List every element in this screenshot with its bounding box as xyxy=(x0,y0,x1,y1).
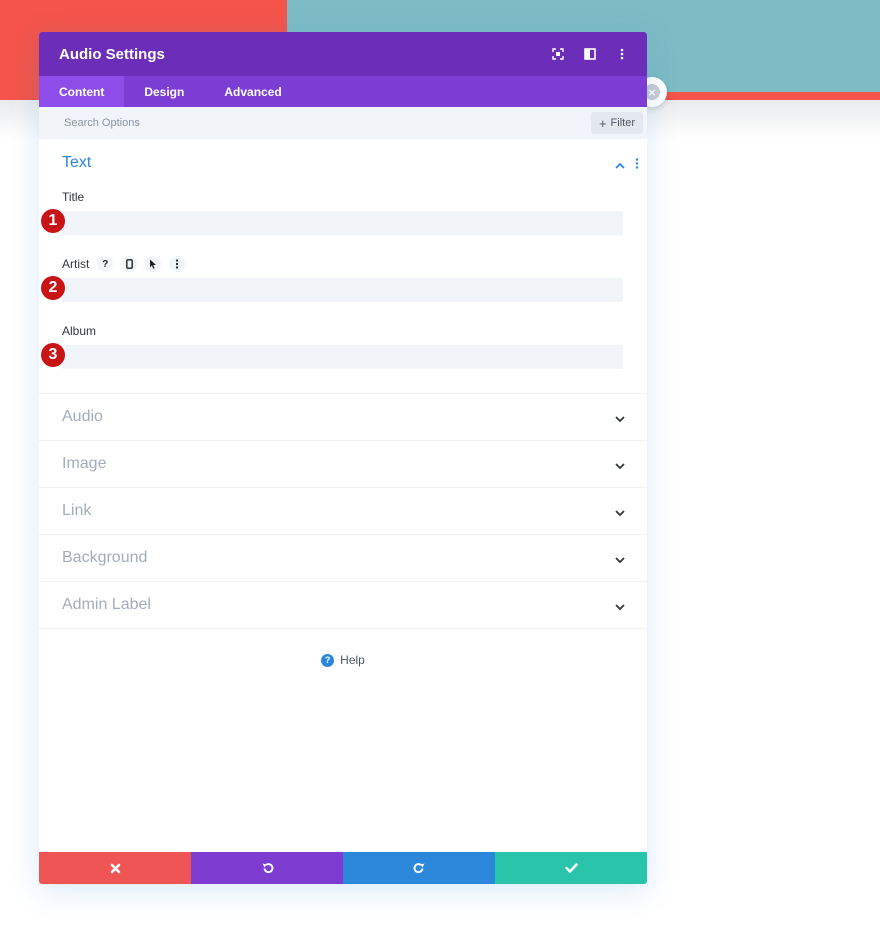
tab-advanced[interactable]: Advanced xyxy=(204,76,301,107)
chevron-down-icon xyxy=(615,502,625,521)
help-label: Help xyxy=(340,653,365,667)
step-marker-3: 3 xyxy=(41,343,65,367)
search-input[interactable] xyxy=(62,116,591,130)
section-image-title: Image xyxy=(62,455,107,472)
section-audio-title: Audio xyxy=(62,408,103,425)
undo-button[interactable] xyxy=(191,852,343,884)
section-audio[interactable]: Audio xyxy=(39,394,647,441)
field-title-label: Title xyxy=(62,190,85,204)
section-text-title: Text xyxy=(62,154,92,171)
field-title-label-row: Title xyxy=(62,189,647,205)
check-icon xyxy=(564,863,578,873)
field-title: Title 1 xyxy=(41,189,647,235)
section-text-header[interactable]: Text xyxy=(62,153,647,173)
more-vertical-icon[interactable] xyxy=(169,256,186,272)
help-icon[interactable]: ? xyxy=(97,256,114,272)
section-link-title: Link xyxy=(62,502,92,519)
artist-input[interactable] xyxy=(62,278,623,302)
cancel-button[interactable] xyxy=(39,852,191,884)
field-album: Album 3 xyxy=(41,323,647,369)
section-background[interactable]: Background xyxy=(39,535,647,582)
search-bar: + Filter xyxy=(39,107,647,139)
field-artist-label: Artist xyxy=(62,257,90,271)
mobile-icon[interactable] xyxy=(121,256,138,272)
section-admin-label[interactable]: Admin Label xyxy=(39,582,647,629)
field-artist: Artist ? 2 xyxy=(41,256,647,302)
field-artist-label-row: Artist ? xyxy=(62,256,647,272)
expand-icon[interactable] xyxy=(547,43,569,65)
step-marker-1: 1 xyxy=(41,209,65,233)
section-background-title: Background xyxy=(62,549,148,566)
section-link[interactable]: Link xyxy=(39,488,647,535)
field-album-label-row: Album xyxy=(62,323,647,339)
section-image[interactable]: Image xyxy=(39,441,647,488)
save-button[interactable] xyxy=(495,852,647,884)
redo-icon xyxy=(413,863,424,874)
chevron-down-icon xyxy=(615,596,625,615)
modal-title: Audio Settings xyxy=(59,45,165,63)
modal-footer xyxy=(39,852,647,884)
filter-button[interactable]: + Filter xyxy=(590,112,643,134)
pointer-icon[interactable] xyxy=(145,256,162,272)
help-link[interactable]: ? Help xyxy=(39,653,647,667)
split-view-icon[interactable] xyxy=(579,43,601,65)
undo-icon xyxy=(262,863,273,874)
help-circle-icon: ? xyxy=(321,653,335,667)
chevron-down-icon xyxy=(615,455,625,474)
settings-modal: Audio Settings Content Design Advanced S… xyxy=(39,32,647,884)
title-input[interactable] xyxy=(62,211,623,235)
section-text: Text Title 1 Artist ? 2 Album 3 xyxy=(39,139,647,394)
close-icon xyxy=(110,863,120,873)
redo-button[interactable] xyxy=(343,852,495,884)
header-icons xyxy=(547,43,633,65)
plus-icon: + xyxy=(598,115,607,131)
tab-bar: Content Design Advanced xyxy=(39,76,647,107)
section-text-icons xyxy=(615,154,639,173)
album-input[interactable] xyxy=(62,345,623,369)
filter-label: Filter xyxy=(610,117,635,129)
tab-content[interactable]: Content xyxy=(39,76,125,107)
page: × Audio Settings Content Design Advanced… xyxy=(0,0,880,940)
chevron-down-icon xyxy=(615,408,625,427)
chevron-down-icon xyxy=(615,549,625,568)
modal-header: Audio Settings xyxy=(39,32,647,76)
section-admin-label-title: Admin Label xyxy=(62,596,151,613)
more-vertical-icon[interactable] xyxy=(635,154,639,173)
step-marker-2: 2 xyxy=(41,276,65,300)
field-album-label: Album xyxy=(62,324,97,338)
more-vertical-icon[interactable] xyxy=(611,43,633,65)
chevron-up-icon[interactable] xyxy=(615,154,625,173)
tab-design[interactable]: Design xyxy=(124,76,204,107)
